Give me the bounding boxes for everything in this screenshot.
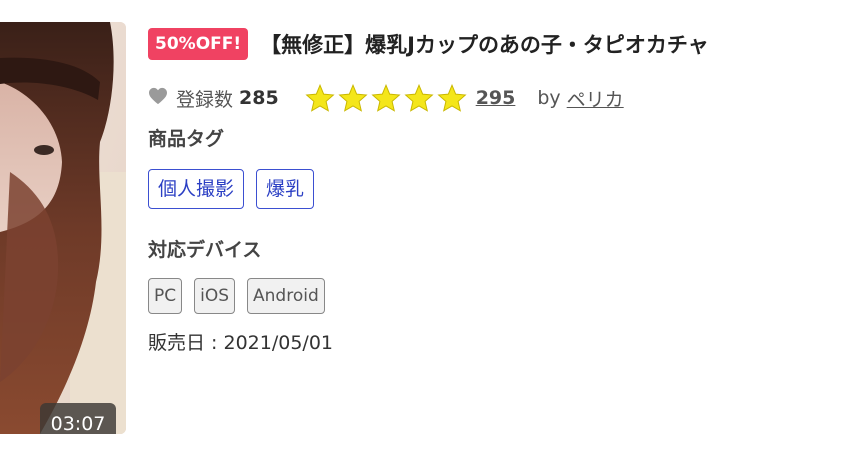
star-icon	[338, 84, 368, 112]
thumbnail-image	[0, 22, 126, 434]
tag-link[interactable]: 爆乳	[256, 169, 315, 209]
release-date: 販売日 : 2021/05/01	[148, 332, 333, 354]
devices-heading: 対応デバイス	[148, 239, 262, 261]
title-row: 50%OFF! 【無修正】爆乳Jカップのあの子・タピオカチャ	[148, 26, 850, 62]
review-count-link[interactable]: 295	[476, 87, 516, 109]
tag-link[interactable]: 個人撮影	[148, 169, 245, 209]
product-thumbnail[interactable]: 03:07	[0, 22, 126, 434]
device-badge: iOS	[194, 278, 236, 314]
rating-stars	[305, 84, 470, 112]
favorites-label: 登録数	[176, 88, 234, 111]
video-duration: 03:07	[40, 403, 116, 434]
heart-icon[interactable]	[148, 87, 168, 110]
product-card: 03:07 50%OFF! 【無修正】爆乳Jカップのあの子・タピオカチャ 登録数…	[0, 0, 850, 450]
seller-link[interactable]: ペリカ	[567, 85, 624, 112]
tag-list: 個人撮影 爆乳	[148, 169, 850, 209]
sale-badge: 50%OFF!	[148, 28, 249, 60]
star-icon	[371, 84, 401, 112]
star-icon	[305, 84, 335, 112]
product-info: 50%OFF! 【無修正】爆乳Jカップのあの子・タピオカチャ 登録数 285 2…	[148, 26, 850, 355]
meta-row: 登録数 285 295 by ペリカ	[148, 84, 850, 112]
star-icon	[404, 84, 434, 112]
by-label: by	[537, 87, 561, 109]
product-title[interactable]: 【無修正】爆乳Jカップのあの子・タピオカチャ	[260, 29, 709, 59]
device-list: PC iOS Android	[148, 278, 850, 314]
tags-heading: 商品タグ	[148, 128, 225, 150]
device-badge: PC	[148, 278, 183, 314]
star-icon	[437, 84, 467, 112]
favorites-count: 285	[239, 87, 279, 109]
device-badge: Android	[247, 278, 325, 314]
